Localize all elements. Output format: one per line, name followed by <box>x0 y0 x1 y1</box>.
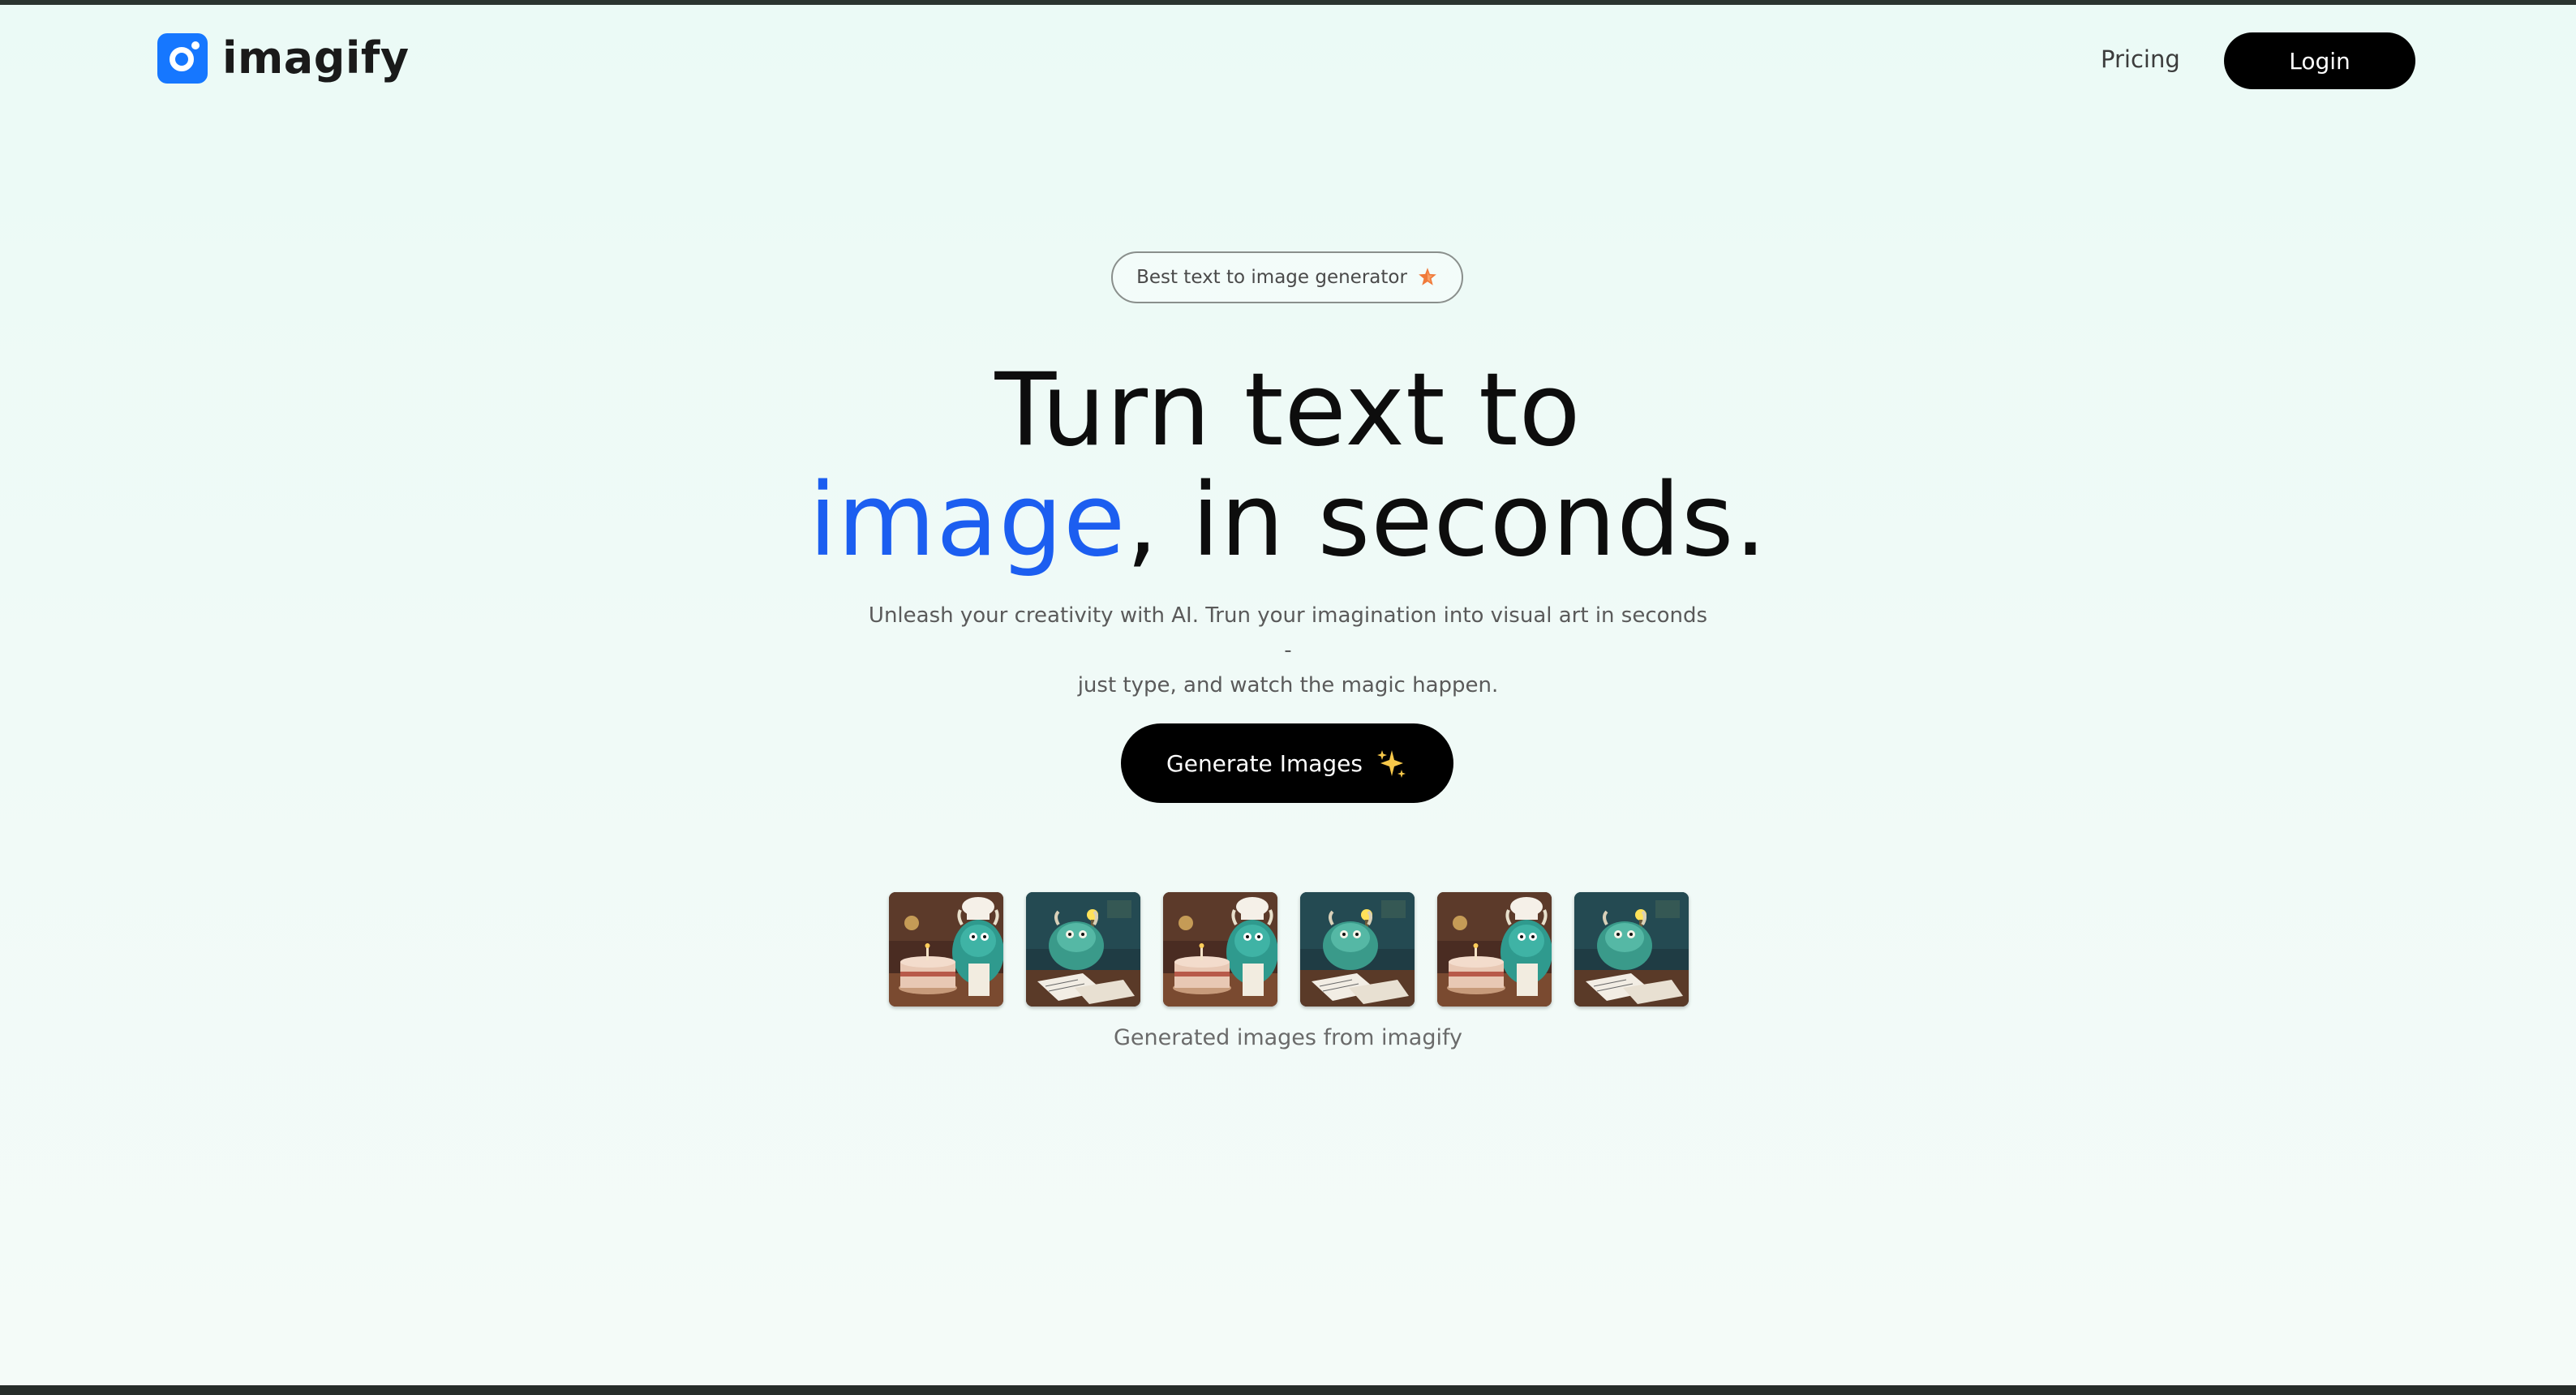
window-bottom-bar <box>0 1385 2576 1395</box>
gallery-image[interactable] <box>1026 892 1140 1007</box>
gallery-image[interactable] <box>1163 892 1277 1007</box>
hero-subtitle: Unleash your creativity with AI. Trun yo… <box>868 599 1708 703</box>
page-frame: imagify Pricing Login Best text to image… <box>0 5 2576 1385</box>
gallery-image[interactable] <box>1300 892 1415 1007</box>
hero-title-rest: , in seconds. <box>1126 462 1767 579</box>
gallery-image[interactable] <box>1574 892 1689 1007</box>
hero-title-line1: Turn text to <box>994 352 1582 469</box>
hero-title-line2: image, in seconds. <box>0 464 2576 577</box>
hero-badge: Best text to image generator <box>1111 251 1463 303</box>
star-icon <box>1419 268 1436 285</box>
sparkles-icon <box>1376 750 1406 778</box>
generate-images-button[interactable]: Generate Images <box>1121 723 1453 803</box>
badge-text: Best text to image generator <box>1136 267 1407 288</box>
generated-gallery <box>889 892 1689 1007</box>
brand-name: imagify <box>222 32 410 84</box>
gallery-image[interactable] <box>889 892 1003 1007</box>
brand-logo[interactable]: imagify <box>157 32 410 84</box>
nav-pricing-link[interactable]: Pricing <box>2101 45 2180 73</box>
gallery-caption: Generated images from imagify <box>1114 1025 1462 1050</box>
camera-lens-icon <box>157 32 208 84</box>
hero-title-accent: image <box>809 462 1127 579</box>
generate-images-label: Generate Images <box>1166 749 1363 777</box>
login-button[interactable]: Login <box>2224 32 2415 89</box>
hero-subtitle-line1: Unleash your creativity with AI. Trun yo… <box>868 603 1708 663</box>
hero-subtitle-line2: just type, and watch the magic happen. <box>1077 673 1499 698</box>
gallery-image[interactable] <box>1437 892 1552 1007</box>
